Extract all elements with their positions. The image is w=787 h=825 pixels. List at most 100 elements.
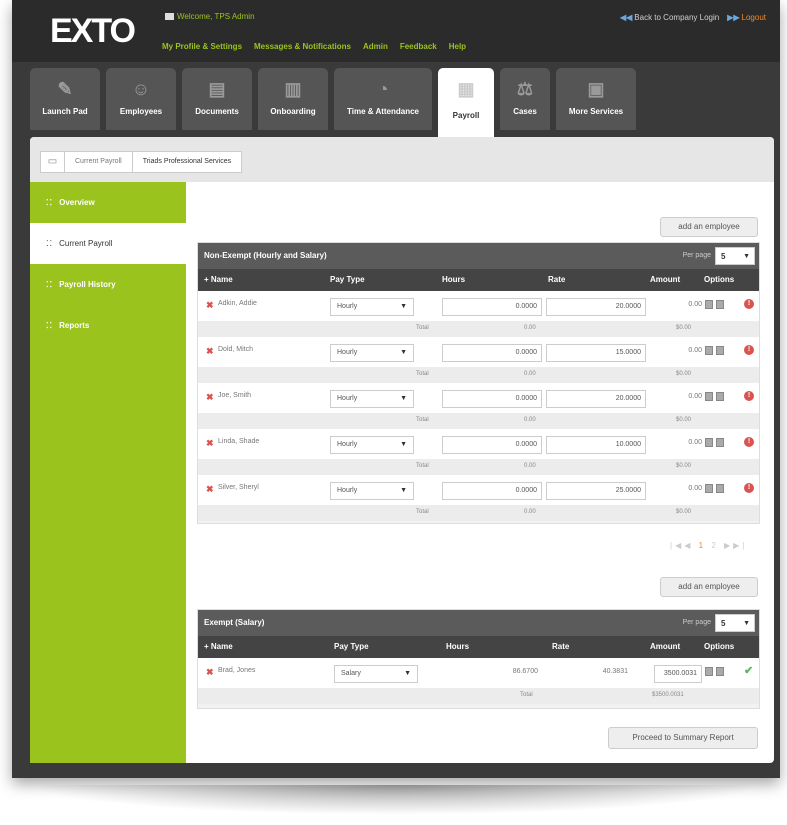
back-arrow-icon: ◀◀ (619, 13, 633, 22)
rate-input[interactable]: 10.0000 (546, 436, 646, 454)
total-label: Total (416, 325, 429, 331)
tab-employees[interactable]: ☺ Employees (106, 68, 176, 130)
edit-icon[interactable] (705, 667, 713, 676)
welcome-text: Welcome, TPS Admin (165, 12, 255, 21)
edit-icon[interactable] (705, 392, 713, 401)
hours-input[interactable]: 0.0000 (442, 298, 542, 316)
employee-name: Adkin, Addie (218, 300, 257, 307)
chevron-down-icon: ▼ (743, 620, 750, 627)
panel-title: Non-Exempt (Hourly and Salary) (204, 251, 327, 260)
sidebar-item-label: Overview (59, 198, 95, 207)
notes-icon[interactable] (716, 300, 724, 309)
grip-icon: ⁚⁚ (46, 198, 54, 207)
remove-icon[interactable]: ✖ (206, 667, 214, 678)
tab-payroll[interactable]: ▦ Payroll (438, 68, 494, 138)
row-total: Total 0.00 $0.00 (198, 321, 759, 337)
remove-icon[interactable]: ✖ (206, 300, 214, 311)
row-main: ✖ Adkin, Addie Hourly ▼ 0.0000 20.0000 0.00! (198, 291, 759, 321)
column-header: + Name Pay Type Hours Rate Amount Option… (198, 636, 759, 658)
tab-more-services[interactable]: ▣ More Services (556, 68, 636, 130)
per-page-select[interactable]: 5 ▼ (715, 614, 755, 632)
pay-type-value: Hourly (337, 441, 358, 448)
total-hours: 0.00 (524, 463, 536, 469)
tab-cases[interactable]: ⚖ Cases (500, 68, 550, 130)
remove-icon[interactable]: ✖ (206, 438, 214, 449)
remove-icon[interactable]: ✖ (206, 392, 214, 403)
employee-name: Silver, Sheryl (218, 484, 259, 491)
rate-input[interactable]: 25.0000 (546, 482, 646, 500)
notes-icon[interactable] (716, 346, 724, 355)
tab-documents[interactable]: ▤ Documents (182, 68, 252, 130)
amount-value: 0.00 (688, 347, 702, 354)
hours-input[interactable]: 0.0000 (442, 482, 542, 500)
col-name[interactable]: + Name (204, 642, 233, 651)
account-links: ◀◀ Back to Company Login ▶▶ Logout (620, 13, 766, 22)
amount-input[interactable]: 3500.0031 (654, 665, 702, 683)
column-header: + Name Pay Type Hours Rate Amount Option… (198, 269, 759, 291)
proceed-summary-button[interactable]: Proceed to Summary Report (608, 727, 758, 749)
last-page-icon[interactable]: ▶| (733, 541, 747, 550)
page-1[interactable]: 1 (699, 541, 706, 550)
employee-name: Joe, Smith (218, 392, 252, 399)
pay-type-select[interactable]: Salary ▼ (334, 665, 418, 683)
first-page-icon[interactable]: |◀ (670, 541, 684, 550)
page-2[interactable]: 2 (711, 541, 718, 550)
tab-launch-pad[interactable]: ✎ Launch Pad (30, 68, 100, 130)
notes-icon[interactable] (716, 667, 724, 676)
employee-name: Linda, Shade (218, 438, 260, 445)
sidebar-item-current-payroll[interactable]: ⁚⁚ Current Payroll (30, 223, 186, 264)
amount-value: 0.00 (688, 485, 702, 492)
hours-input[interactable]: 0.0000 (442, 436, 542, 454)
total-amount: $0.00 (676, 325, 692, 331)
main-content: ▭ Current Payroll Triads Professional Se… (30, 137, 774, 763)
hours-input[interactable]: 0.0000 (442, 344, 542, 362)
nav-messages[interactable]: Messages & Notifications (254, 42, 351, 51)
next-page-icon[interactable]: ▶ (724, 541, 733, 550)
rate-input[interactable]: 20.0000 (546, 298, 646, 316)
add-employee-button[interactable]: add an employee (660, 217, 758, 237)
per-page-value: 5 (721, 619, 726, 628)
amount-value: 0.00 (688, 301, 702, 308)
per-page-select[interactable]: 5 ▼ (715, 247, 755, 265)
logout-link[interactable]: ▶▶ Logout (727, 13, 766, 22)
pagination: |◀◀ 1 2 ▶▶| (670, 541, 747, 550)
per-page-label: Per page (682, 252, 711, 259)
hours-input[interactable]: 0.0000 (442, 390, 542, 408)
nav-feedback[interactable]: Feedback (400, 42, 437, 51)
pay-type-select[interactable]: Hourly ▼ (330, 344, 414, 362)
home-icon[interactable]: ▭ (41, 152, 65, 172)
pay-type-select[interactable]: Hourly ▼ (330, 298, 414, 316)
row-total: Total 0.00 $0.00 (198, 459, 759, 475)
breadcrumb-current-payroll[interactable]: Current Payroll (65, 152, 132, 172)
row-main: ✖ Brad, Jones Salary ▼ 86.6700 40.3831 35… (198, 658, 759, 688)
sidebar-item-overview[interactable]: ⁚⁚ Overview (30, 182, 186, 223)
warning-icon: ! (744, 299, 754, 309)
sidebar-item-label: Current Payroll (59, 239, 113, 248)
pay-type-select[interactable]: Hourly ▼ (330, 436, 414, 454)
remove-icon[interactable]: ✖ (206, 484, 214, 495)
edit-icon[interactable] (705, 300, 713, 309)
rate-input[interactable]: 20.0000 (546, 390, 646, 408)
add-employee-button-2[interactable]: add an employee (660, 577, 758, 597)
tab-onboarding[interactable]: ▥ Onboarding (258, 68, 328, 130)
pay-type-select[interactable]: Hourly ▼ (330, 390, 414, 408)
sidebar-item-reports[interactable]: ⁚⁚ Reports (30, 305, 186, 346)
back-to-company-login-link[interactable]: ◀◀ Back to Company Login (620, 13, 719, 22)
nav-profile-settings[interactable]: My Profile & Settings (162, 42, 242, 51)
nav-help[interactable]: Help (449, 42, 466, 51)
col-name[interactable]: + Name (204, 275, 233, 284)
rate-input[interactable]: 15.0000 (546, 344, 646, 362)
notes-icon[interactable] (716, 392, 724, 401)
prev-page-icon[interactable]: ◀ (684, 541, 693, 550)
notes-icon[interactable] (716, 484, 724, 493)
nav-admin[interactable]: Admin (363, 42, 388, 51)
pay-type-select[interactable]: Hourly ▼ (330, 482, 414, 500)
edit-icon[interactable] (705, 346, 713, 355)
tab-time-attendance[interactable]: ◔ Time & Attendance (334, 68, 432, 130)
notes-icon[interactable] (716, 438, 724, 447)
edit-icon[interactable] (705, 438, 713, 447)
edit-icon[interactable] (705, 484, 713, 493)
sidebar-item-payroll-history[interactable]: ⁚⁚ Payroll History (30, 264, 186, 305)
tab-label: More Services (568, 107, 624, 116)
remove-icon[interactable]: ✖ (206, 346, 214, 357)
